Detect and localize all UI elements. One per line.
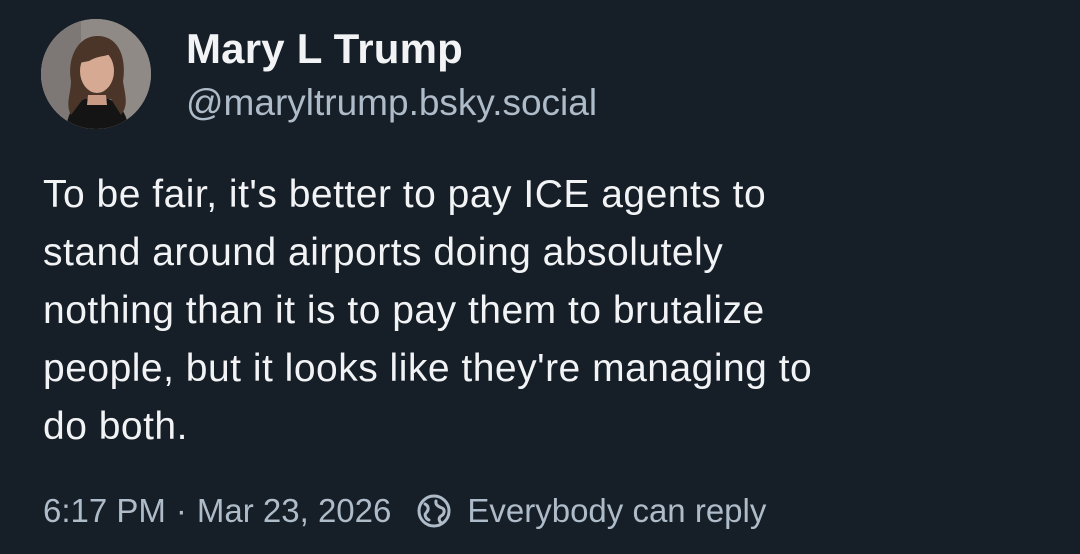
author-avatar[interactable] [41, 19, 151, 129]
post-time[interactable]: 6:17 PM [43, 492, 166, 530]
author-handle[interactable]: @maryltrump.bsky.social [186, 78, 597, 128]
meta-separator: · [175, 492, 187, 529]
post-text: To be fair, it's better to pay ICE agent… [43, 173, 813, 448]
post-meta: 6:17 PM · Mar 23, 2026 Everybody can rep… [43, 488, 766, 534]
post-date[interactable]: Mar 23, 2026 [197, 492, 391, 530]
avatar-photo [41, 19, 151, 129]
globe-icon [415, 492, 453, 530]
author-display-name[interactable]: Mary L Trump [186, 22, 463, 76]
reply-setting-label[interactable]: Everybody can reply [467, 492, 766, 530]
post-card: Mary L Trump @maryltrump.bsky.social To … [0, 0, 1080, 554]
